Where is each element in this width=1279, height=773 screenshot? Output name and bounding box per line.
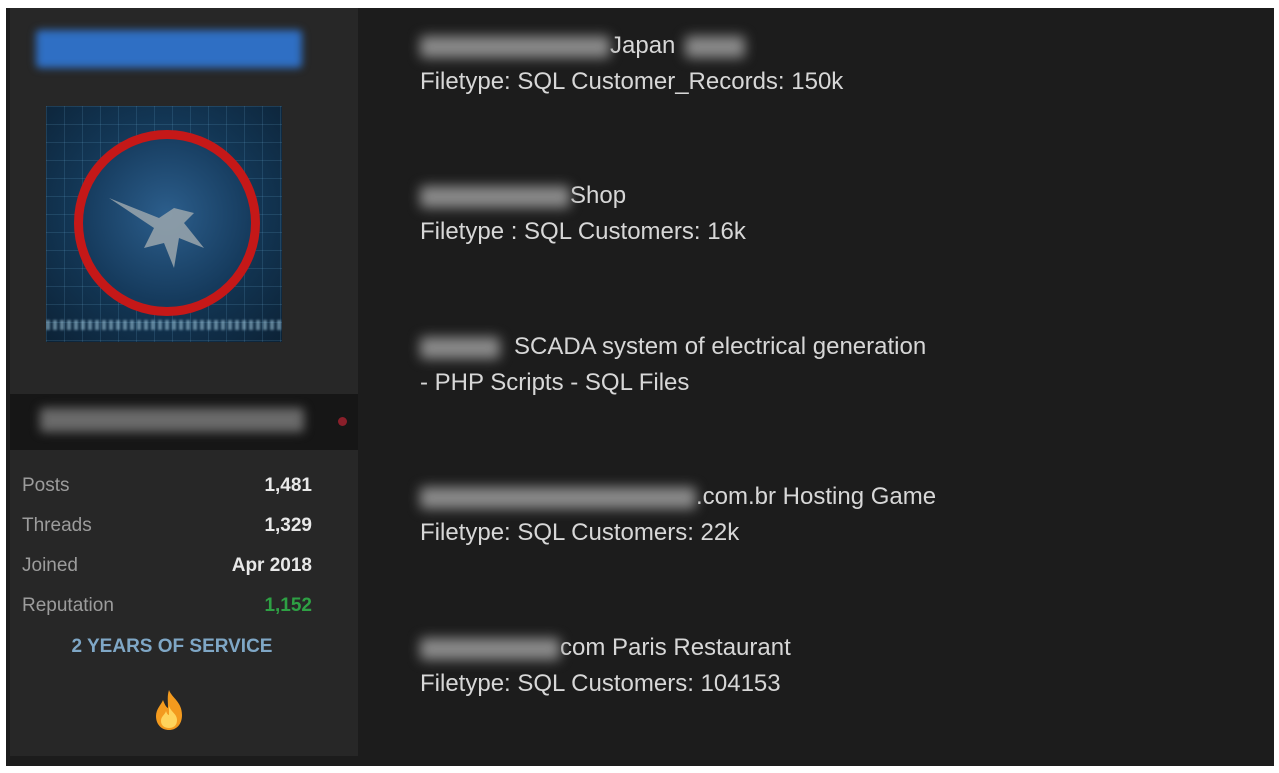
stat-value[interactable]: 1,329 (264, 515, 312, 537)
user-stats: Posts 1,481 Threads 1,329 Joined Apr 201… (22, 466, 312, 626)
username-strip (10, 394, 358, 450)
flame-icon (156, 690, 182, 730)
online-status-indicator (338, 417, 347, 426)
list-item[interactable]: SCADA system of electrical generation - … (420, 329, 926, 401)
listing-title: Shop (420, 178, 746, 214)
username-redacted[interactable] (40, 408, 304, 432)
listing-subtitle: Filetype: SQL Customer_Records: 150k (420, 68, 844, 95)
listing-subtitle: Filetype: SQL Customers: 104153 (420, 670, 781, 697)
listing-title: .com.br Hosting Game (420, 479, 936, 515)
avatar-caption-text (46, 320, 282, 330)
listing-title-text: com Paris Restaurant (560, 634, 791, 661)
eagle-icon (109, 198, 204, 268)
stat-label: Posts (22, 475, 70, 496)
list-item[interactable]: Japan Filetype: SQL Customer_Records: 15… (420, 28, 843, 100)
stat-row-joined: Joined Apr 2018 (22, 546, 312, 586)
listing-title-text: .com.br Hosting Game (696, 483, 937, 510)
stat-label: Reputation (22, 595, 114, 616)
listing-title-text: SCADA system of electrical generation (514, 333, 927, 360)
redacted-text (420, 637, 560, 660)
stat-label: Joined (22, 555, 78, 576)
redacted-text (420, 336, 500, 359)
stat-label: Threads (22, 515, 92, 536)
redacted-text (685, 35, 746, 58)
listing-subtitle: Filetype : SQL Customers: 16k (420, 218, 746, 245)
username-banner-redacted (36, 30, 302, 68)
redacted-text (420, 185, 570, 208)
stat-row-threads: Threads 1,329 (22, 506, 312, 546)
stat-row-reputation: Reputation 1,152 (22, 586, 312, 626)
list-item[interactable]: Shop Filetype : SQL Customers: 16k (420, 178, 746, 250)
avatar[interactable] (46, 106, 282, 342)
stat-value[interactable]: 1,152 (264, 595, 312, 617)
redacted-text (420, 35, 610, 58)
list-item[interactable]: com Paris Restaurant Filetype: SQL Custo… (420, 630, 791, 702)
list-item[interactable]: .com.br Hosting Game Filetype: SQL Custo… (420, 479, 936, 551)
listing-subtitle: - PHP Scripts - SQL Files (420, 369, 690, 396)
service-badge: 2 YEARS OF SERVICE (71, 636, 273, 657)
stat-value: Apr 2018 (231, 555, 312, 576)
listing-title: Japan (420, 28, 843, 64)
redacted-text (420, 486, 696, 509)
listing-subtitle: Filetype: SQL Customers: 22k (420, 519, 740, 546)
listing-title: com Paris Restaurant (420, 630, 791, 666)
stat-value[interactable]: 1,481 (264, 475, 312, 497)
listing-title-text: Japan (610, 32, 676, 59)
listing-title-text: Shop (570, 182, 627, 209)
listing-title: SCADA system of electrical generation (420, 329, 926, 365)
stat-row-posts: Posts 1,481 (22, 466, 312, 506)
